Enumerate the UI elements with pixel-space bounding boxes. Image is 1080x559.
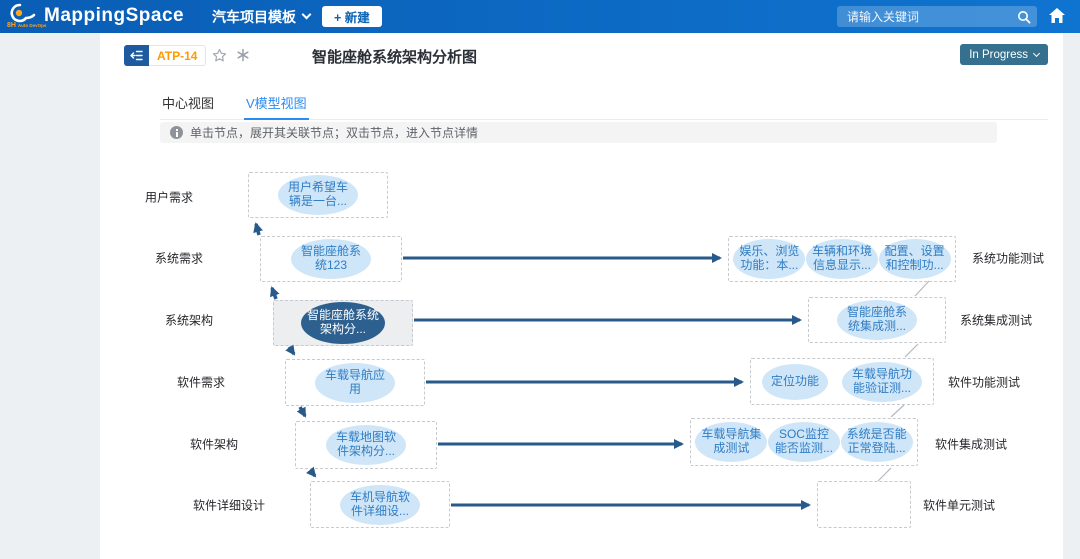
- new-button[interactable]: + 新建: [322, 6, 382, 27]
- node-software-requirement[interactable]: 车载导航应用: [315, 363, 395, 403]
- node-group-sys-req: 智能座舱系统123: [260, 236, 402, 282]
- test-label-software-integration: 软件集成测试: [935, 436, 1007, 453]
- info-icon: [170, 126, 183, 139]
- tab-vmodel-view[interactable]: V模型视图: [244, 87, 309, 120]
- test-group-software-function: 定位功能 车载导航功能验证测...: [750, 358, 934, 405]
- tab-center-view[interactable]: 中心视图: [160, 87, 216, 119]
- test-label-software-function: 软件功能测试: [948, 374, 1020, 391]
- follow-asterisk-icon[interactable]: [236, 48, 250, 67]
- search-box: [837, 6, 1037, 27]
- toolbar: ATP-14 智能座舱系统架构分析图 In Progress: [100, 33, 1063, 75]
- content-card: ATP-14 智能座舱系统架构分析图 In Progress 中心视图 V模型视…: [100, 33, 1063, 559]
- node-group-sys-arch: 智能座舱系统架构分...: [273, 300, 413, 346]
- node-group-sw-arch: 车载地图软件架构分...: [295, 421, 437, 469]
- test-label-system-integration: 系统集成测试: [960, 312, 1032, 329]
- node-test[interactable]: SOC监控能否监测...: [768, 422, 840, 462]
- node-software-detail-design[interactable]: 车机导航软件详细设...: [340, 485, 420, 525]
- node-test[interactable]: 车辆和环境信息显示...: [806, 239, 878, 279]
- node-software-architecture[interactable]: 车载地图软件架构分...: [326, 425, 406, 465]
- search-input[interactable]: [847, 10, 1017, 24]
- test-label-software-unit: 软件单元测试: [923, 497, 995, 514]
- node-group-sw-req: 车载导航应用: [285, 359, 425, 406]
- node-test[interactable]: 定位功能: [762, 364, 828, 400]
- node-test[interactable]: 车载导航功能验证测...: [842, 362, 922, 402]
- chevron-down-icon: [1033, 50, 1040, 57]
- node-system-requirement[interactable]: 智能座舱系统123: [291, 239, 371, 279]
- brand-wordmark: MappingSpace: [44, 5, 184, 27]
- node-user-requirement[interactable]: 用户希望车辆是一台...: [278, 175, 358, 215]
- node-test[interactable]: 车载导航集成测试: [695, 422, 767, 462]
- test-label-system-function: 系统功能测试: [972, 250, 1044, 267]
- view-tabs: 中心视图 V模型视图: [160, 87, 1048, 120]
- project-selector[interactable]: 汽车项目模板: [212, 0, 310, 33]
- test-group-system-function: 娱乐、浏览功能：本... 车辆和环境信息显示... 配置、设置和控制功...: [728, 236, 956, 282]
- chevron-down-icon: [302, 10, 312, 20]
- node-test[interactable]: 娱乐、浏览功能：本...: [733, 239, 805, 279]
- page-title: 智能座舱系统架构分析图: [312, 46, 477, 67]
- search-icon[interactable]: [1017, 10, 1031, 24]
- logo-subtext: 8H Auto DevOps: [7, 22, 46, 29]
- node-group-user-req: 用户希望车辆是一台...: [248, 172, 388, 218]
- test-group-software-unit-empty: [817, 481, 911, 528]
- test-group-software-integration: 车载导航集成测试 SOC监控能否监测... 系统是否能正常登陆...: [690, 418, 918, 466]
- item-id-badge[interactable]: ATP-14: [149, 45, 206, 66]
- row-label-user-req: 用户需求: [123, 189, 193, 206]
- row-label-sw-arch: 软件架构: [168, 436, 238, 453]
- hint-text: 单击节点，展开其关联节点；双击节点，进入节点详情: [190, 124, 478, 141]
- node-test[interactable]: 智能座舱系统集成测...: [837, 300, 917, 340]
- node-system-architecture-selected[interactable]: 智能座舱系统架构分...: [301, 302, 385, 344]
- top-header: 8H Auto DevOps MappingSpace 汽车项目模板 + 新建: [0, 0, 1080, 33]
- favorite-star-icon[interactable]: [212, 48, 227, 68]
- app-window: 8H Auto DevOps MappingSpace 汽车项目模板 + 新建 …: [0, 0, 1080, 559]
- node-group-sw-detail: 车机导航软件详细设...: [310, 481, 450, 528]
- row-label-sw-req: 软件需求: [155, 374, 225, 391]
- node-test[interactable]: 配置、设置和控制功...: [879, 239, 951, 279]
- home-icon[interactable]: [1048, 7, 1070, 27]
- row-label-sw-detail: 软件详细设计: [160, 497, 265, 514]
- test-group-system-integration: 智能座舱系统集成测...: [808, 297, 946, 343]
- node-test[interactable]: 系统是否能正常登陆...: [841, 422, 913, 462]
- status-dropdown[interactable]: In Progress: [960, 44, 1048, 65]
- hint-bar: 单击节点，展开其关联节点；双击节点，进入节点详情: [160, 122, 997, 143]
- row-label-sys-req: 系统需求: [133, 250, 203, 267]
- row-label-sys-arch: 系统架构: [143, 312, 213, 329]
- sidebar-fold-button[interactable]: [124, 45, 149, 66]
